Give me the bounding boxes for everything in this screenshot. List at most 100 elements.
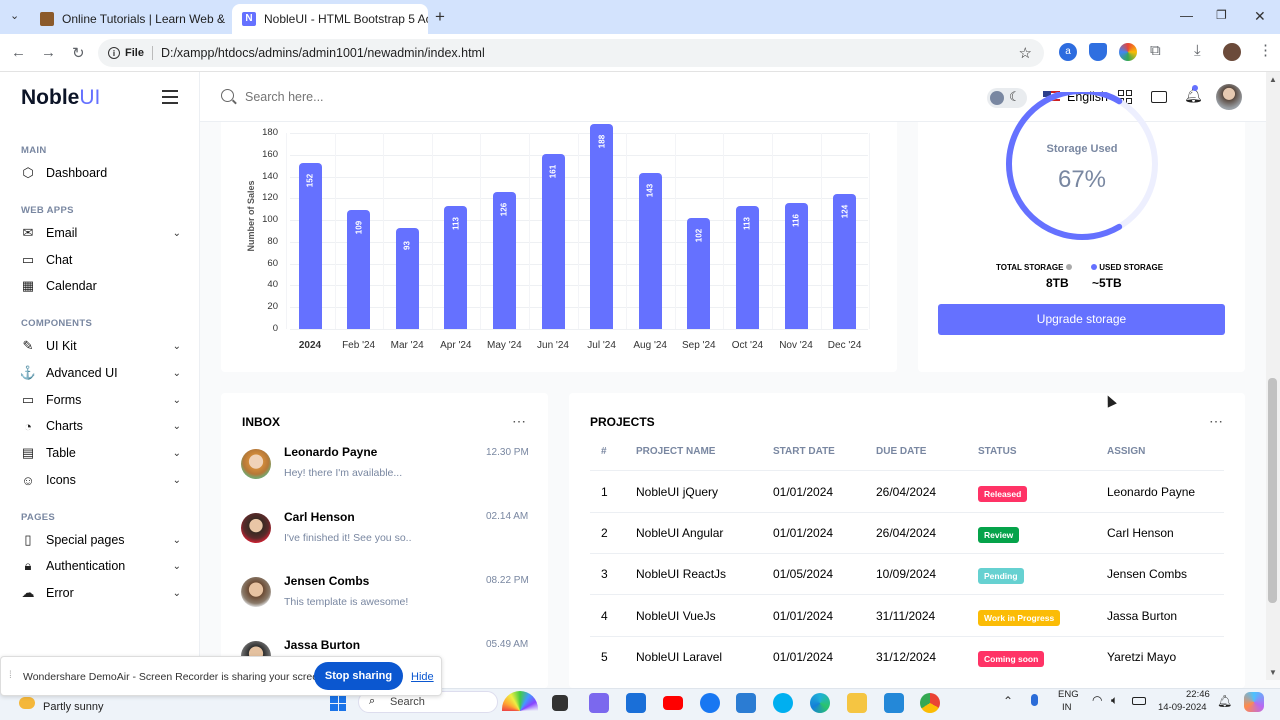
url-bar[interactable]: i File D:/xampp/htdocs/admins/admin1001/… [98, 39, 1044, 67]
section-title-components: COMPONENTS [21, 318, 93, 329]
drag-handle-icon[interactable]: ⁞ [9, 670, 12, 681]
extension-a-icon[interactable]: a [1059, 43, 1077, 61]
sidebar-item-email[interactable]: ✉ Email ⌄ [21, 222, 181, 244]
inbox-more-icon[interactable]: ⋯ [512, 413, 526, 430]
message-sender[interactable]: Carl Henson [284, 510, 355, 524]
gridline [290, 198, 868, 200]
browser-tab-nobleui[interactable]: N NobleUI - HTML Bootstrap 5 Ac ✕ [232, 4, 428, 34]
sidebar-item-advanced-ui[interactable]: ⚓ Advanced UI ⌄ [20, 362, 181, 384]
shield-extension-icon[interactable] [1089, 43, 1107, 61]
projects-title: PROJECTS [590, 415, 655, 429]
extensions-puzzle-icon[interactable]: ⧉ [1150, 42, 1161, 59]
color-extension-icon[interactable] [1119, 43, 1137, 61]
close-window-icon[interactable]: ✕ [1254, 8, 1266, 25]
start-date: 01/01/2024 [773, 526, 834, 541]
microphone-icon[interactable] [1031, 694, 1038, 706]
download-icon[interactable]: ⤓ [1194, 42, 1201, 59]
search-input[interactable] [245, 86, 545, 108]
language-in[interactable]: IN [1062, 702, 1072, 713]
close-tab-icon[interactable]: ✕ [225, 11, 230, 27]
brand-logo[interactable]: NobleUI [21, 86, 100, 110]
scrollbar-thumb[interactable] [1268, 378, 1277, 603]
weather-text[interactable]: Partly sunny [43, 701, 104, 713]
pie-chart-icon: ◔ [24, 418, 32, 434]
sidebar-item-table[interactable]: ▤ Table ⌄ [21, 442, 181, 464]
sidebar-item-label: Advanced UI [46, 366, 118, 380]
due-date: 31/11/2024 [876, 608, 936, 623]
gridline [290, 329, 868, 330]
sidebar-toggle-icon[interactable] [162, 90, 178, 104]
edge-icon[interactable] [810, 693, 830, 713]
vertical-gridline [286, 133, 287, 329]
notification-center-icon[interactable]: 🔔︎ [1217, 694, 1232, 708]
facebook-icon[interactable] [700, 693, 720, 713]
brand-noble: Noble [21, 86, 80, 109]
browser-menu-icon[interactable]: ⋮ [1258, 41, 1273, 59]
weather-sun-icon [19, 697, 35, 709]
sidebar-item-dashboard[interactable]: ⬡ Dashboard [21, 162, 181, 184]
message-sender[interactable]: Leonardo Payne [284, 445, 377, 459]
task-view-icon[interactable] [552, 695, 568, 711]
tray-overflow-chevron-icon[interactable]: ⌃ [1003, 694, 1013, 708]
vertical-gridline [772, 133, 773, 329]
message-sender[interactable]: Jassa Burton [284, 638, 360, 652]
chevron-down-icon: ⌄ [172, 447, 181, 459]
stop-sharing-button[interactable]: Stop sharing [314, 662, 403, 690]
sidebar-item-charts[interactable]: ◔ Charts ⌄ [21, 415, 181, 437]
language-eng[interactable]: ENG [1058, 689, 1079, 700]
blue-dot-icon [1091, 264, 1097, 270]
gridline [290, 285, 868, 287]
status-badge: Coming soon [978, 650, 1045, 667]
clock-date[interactable]: 14-09-2024 [1158, 702, 1207, 713]
sidebar-item-ui-kit[interactable]: ✎ UI Kit ⌄ [21, 335, 181, 357]
battery-icon[interactable] [1132, 697, 1146, 705]
copilot-icon[interactable] [1244, 692, 1264, 712]
projects-more-icon[interactable]: ⋯ [1209, 413, 1223, 430]
scroll-up-arrow-icon[interactable]: ▲ [1269, 75, 1277, 84]
browser-tab-tutorials[interactable]: Online Tutorials | Learn Web & ✕ [30, 4, 230, 34]
user-avatar[interactable] [1216, 84, 1242, 110]
hide-link[interactable]: Hide [411, 671, 434, 683]
assignee: Jassa Burton [1107, 608, 1178, 623]
volume-icon[interactable]: 🔈︎ [1111, 693, 1118, 708]
project-name: NobleUI ReactJs [636, 567, 727, 582]
skype-icon[interactable] [773, 693, 793, 713]
restore-window-icon[interactable]: ❐ [1216, 8, 1227, 22]
youtube-icon[interactable] [663, 696, 683, 710]
chevron-down-icon: ⌄ [172, 420, 181, 432]
new-tab-button[interactable]: + [435, 7, 445, 27]
message-sender[interactable]: Jensen Combs [284, 574, 369, 588]
file-label: File [125, 47, 144, 59]
sidebar-item-authentication[interactable]: 🔒︎ Authentication ⌄ [21, 555, 181, 577]
tab-title: Online Tutorials | Learn Web & [62, 12, 225, 26]
clock-time[interactable]: 22:46 [1186, 689, 1210, 700]
sidebar-item-forms[interactable]: ▭ Forms ⌄ [21, 389, 181, 411]
forward-arrow-icon[interactable]: → [41, 44, 56, 61]
upgrade-storage-button[interactable]: Upgrade storage [938, 304, 1225, 335]
message-time: 02.14 AM [486, 511, 529, 522]
chrome-icon[interactable] [920, 693, 940, 713]
reload-icon[interactable]: ↻ [72, 44, 85, 62]
file-explorer-icon[interactable] [847, 693, 867, 713]
sidebar-item-calendar[interactable]: ▦ Calendar [21, 275, 181, 297]
sidebar-item-icons[interactable]: ☺ Icons ⌄ [21, 469, 181, 491]
wifi-icon[interactable]: ◠ [1092, 693, 1102, 707]
minimize-window-icon[interactable]: — [1180, 8, 1193, 23]
y-tick-label: 180 [262, 127, 278, 138]
tab-list-chevron-icon[interactable]: ⌄ [10, 9, 19, 22]
sidebar-item-special-pages[interactable]: ▯ Special pages ⌄ [21, 529, 181, 551]
windows-start-icon[interactable] [330, 695, 346, 711]
notification-dot [1192, 85, 1198, 91]
store-icon[interactable] [626, 693, 646, 713]
sidebar-item-error[interactable]: ☁ Error ⌄ [21, 582, 182, 604]
chevron-down-icon: ⌄ [172, 474, 181, 486]
back-arrow-icon[interactable]: ← [11, 44, 26, 61]
bar-data-label: 143 [645, 184, 655, 198]
teams-chat-icon[interactable] [589, 693, 609, 713]
mail-app-icon[interactable] [736, 693, 756, 713]
vscode-icon[interactable] [884, 693, 904, 713]
sidebar-item-chat[interactable]: ▭ Chat [21, 249, 181, 271]
bookmark-star-icon[interactable]: ☆ [1019, 44, 1032, 62]
scroll-down-arrow-icon[interactable]: ▼ [1269, 668, 1277, 677]
profile-avatar-icon[interactable] [1223, 43, 1241, 61]
